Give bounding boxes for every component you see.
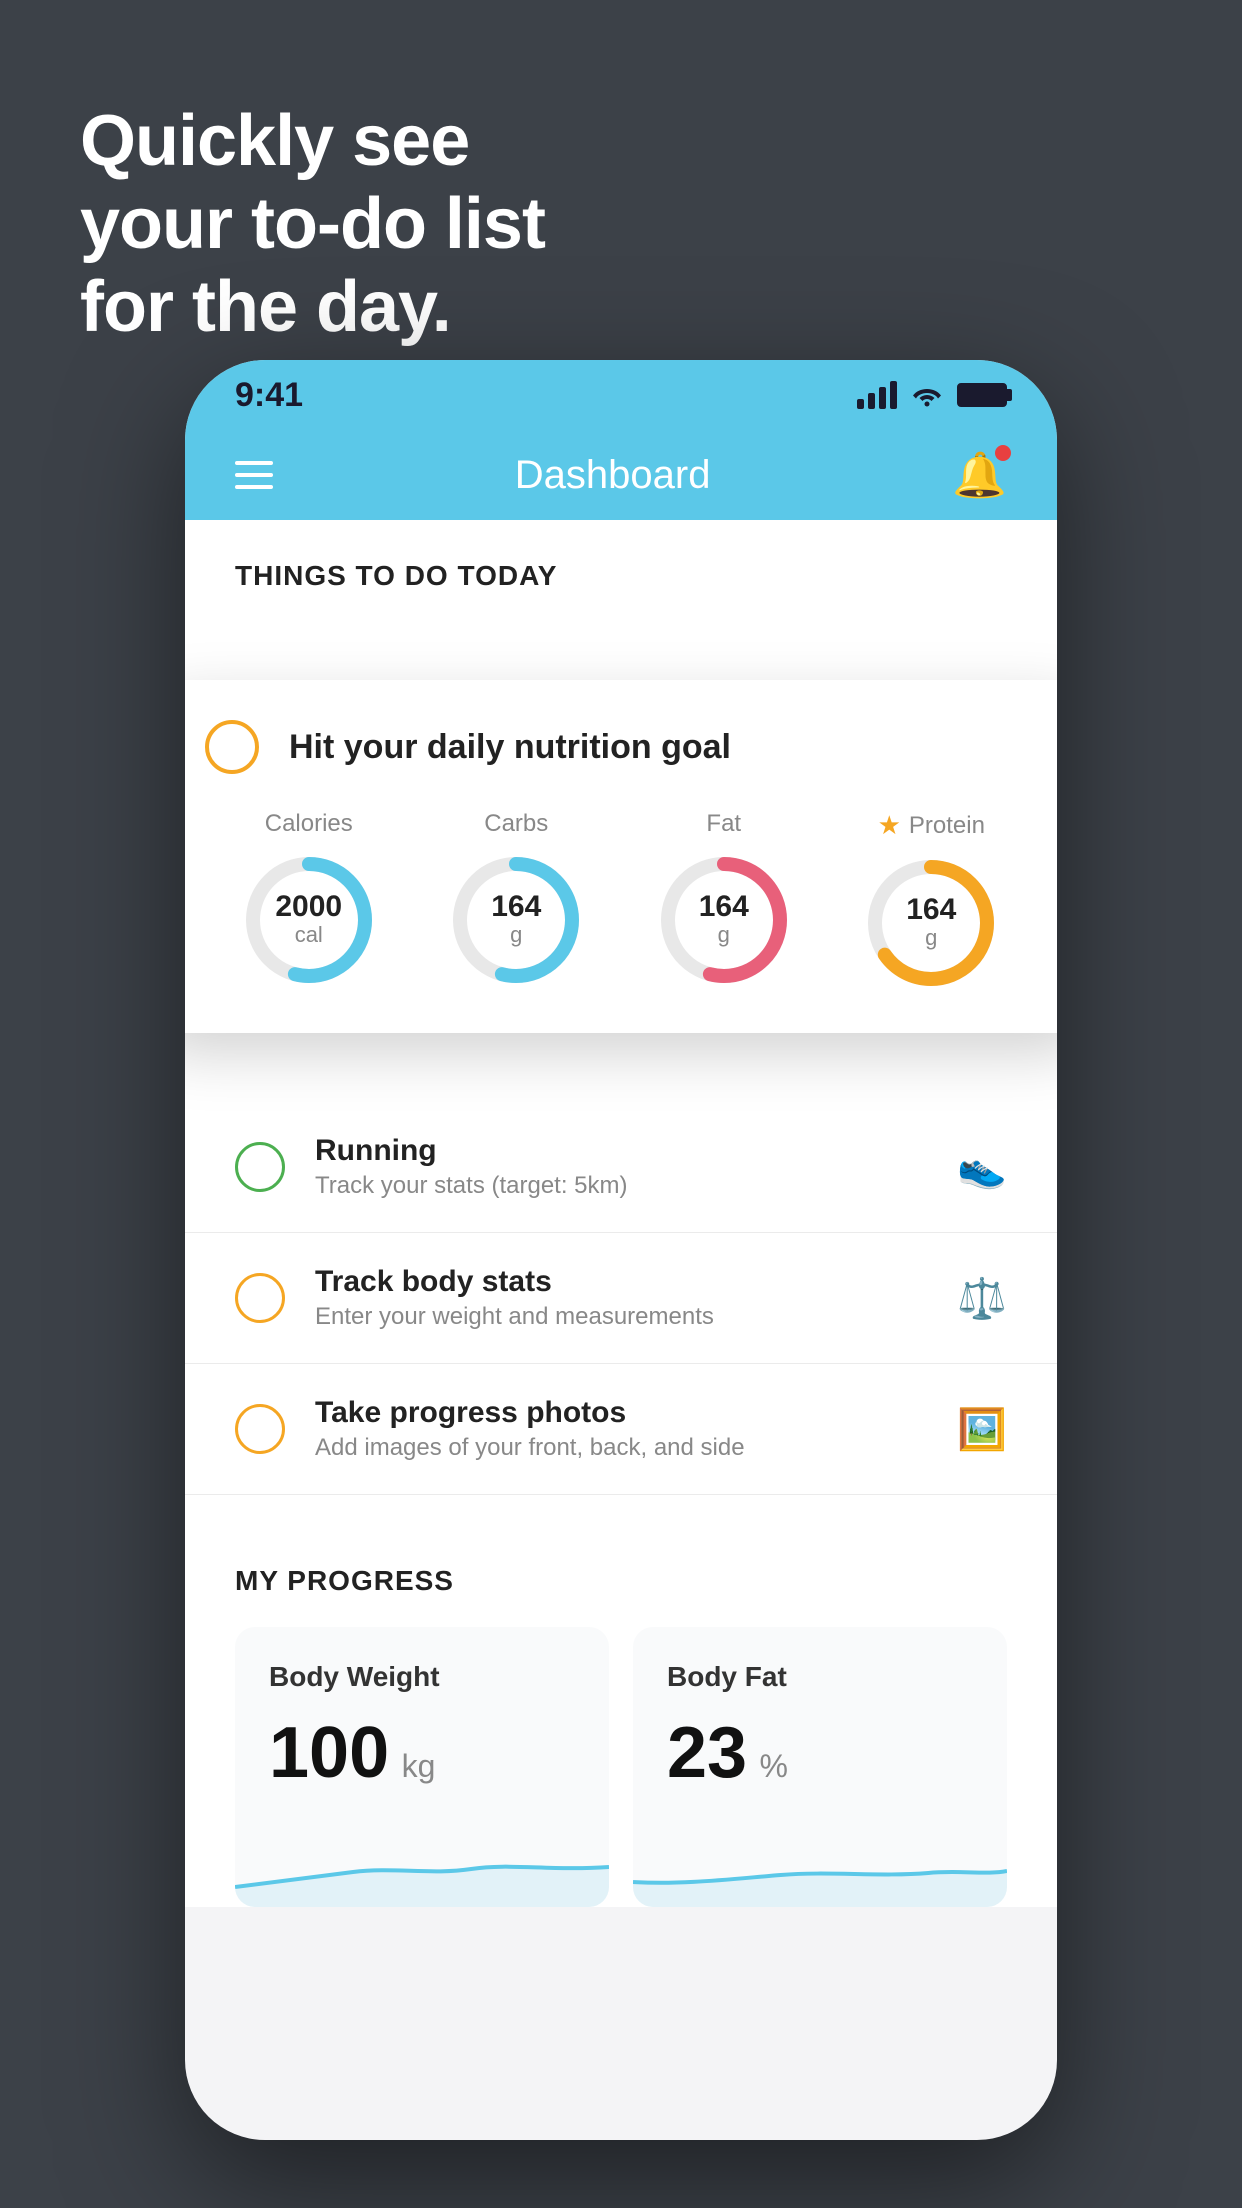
nav-title: Dashboard xyxy=(515,453,711,498)
body-weight-value: 100 xyxy=(269,1713,389,1793)
nutrition-check-circle[interactable] xyxy=(205,720,259,774)
body-stats-sub: Enter your weight and measurements xyxy=(315,1303,927,1331)
signal-icon xyxy=(857,381,897,409)
todo-list: Running Track your stats (target: 5km) 👟… xyxy=(185,1102,1057,1495)
todo-item-running[interactable]: Running Track your stats (target: 5km) 👟 xyxy=(185,1102,1057,1233)
running-circle xyxy=(235,1142,285,1192)
photos-circle xyxy=(235,1404,285,1454)
protein-value: 164 g xyxy=(906,895,956,951)
body-weight-card-title: Body Weight xyxy=(269,1661,575,1693)
status-icons xyxy=(857,381,1007,409)
status-bar: 9:41 xyxy=(185,360,1057,430)
progress-cards: Body Weight 100 kg xyxy=(235,1627,1007,1907)
body-fat-card[interactable]: Body Fat 23 % xyxy=(633,1627,1007,1907)
running-text: Running Track your stats (target: 5km) xyxy=(315,1134,927,1200)
star-icon: ★ xyxy=(878,810,901,841)
notification-button[interactable]: 🔔 xyxy=(952,449,1007,501)
todo-item-photos[interactable]: Take progress photos Add images of your … xyxy=(185,1364,1057,1495)
photos-text: Take progress photos Add images of your … xyxy=(315,1396,927,1462)
phone-mockup: 9:41 Dashboard 🔔 THINGS TO DO TODAY xyxy=(185,360,1057,2140)
protein-label: ★ Protein xyxy=(878,810,985,841)
photos-sub: Add images of your front, back, and side xyxy=(315,1434,927,1462)
nutrition-header: Hit your daily nutrition goal xyxy=(205,720,1035,774)
calories-label: Calories xyxy=(265,810,353,838)
body-fat-value-row: 23 % xyxy=(667,1717,973,1789)
body-fat-value: 23 xyxy=(667,1713,747,1793)
phone-content: THINGS TO DO TODAY Hit your daily nutrit… xyxy=(185,520,1057,1907)
menu-button[interactable] xyxy=(235,461,273,489)
body-fat-unit: % xyxy=(760,1748,788,1784)
nutrition-title: Hit your daily nutrition goal xyxy=(289,728,731,767)
calories-value: 2000 cal xyxy=(275,892,342,948)
stat-carbs: Carbs 164 g xyxy=(446,810,586,993)
todo-item-body-stats[interactable]: Track body stats Enter your weight and m… xyxy=(185,1233,1057,1364)
body-weight-sparkline xyxy=(235,1827,609,1907)
fat-value: 164 g xyxy=(699,892,749,948)
things-section: THINGS TO DO TODAY xyxy=(185,520,1057,612)
protein-donut: 164 g xyxy=(861,853,1001,993)
carbs-label: Carbs xyxy=(484,810,548,838)
photos-title: Take progress photos xyxy=(315,1396,927,1430)
fat-donut: 164 g xyxy=(654,850,794,990)
stat-protein: ★ Protein 164 g xyxy=(861,810,1001,993)
progress-section: MY PROGRESS Body Weight 100 kg xyxy=(185,1515,1057,1907)
running-sub: Track your stats (target: 5km) xyxy=(315,1172,927,1200)
body-weight-card[interactable]: Body Weight 100 kg xyxy=(235,1627,609,1907)
fat-label: Fat xyxy=(706,810,741,838)
body-stats-title: Track body stats xyxy=(315,1265,927,1299)
body-fat-sparkline xyxy=(633,1827,1007,1907)
running-title: Running xyxy=(315,1134,927,1168)
running-icon: 👟 xyxy=(957,1144,1007,1191)
wifi-icon xyxy=(911,383,943,407)
nutrition-card: Hit your daily nutrition goal Calories 2… xyxy=(185,680,1057,1033)
body-weight-unit: kg xyxy=(402,1748,436,1784)
carbs-donut: 164 g xyxy=(446,850,586,990)
body-stats-text: Track body stats Enter your weight and m… xyxy=(315,1265,927,1331)
notification-dot xyxy=(995,445,1011,461)
stat-calories: Calories 2000 cal xyxy=(239,810,379,993)
status-time: 9:41 xyxy=(235,376,303,415)
body-weight-value-row: 100 kg xyxy=(269,1717,575,1789)
nutrition-stats: Calories 2000 cal Carbs xyxy=(205,810,1035,993)
nav-bar: Dashboard 🔔 xyxy=(185,430,1057,520)
stat-fat: Fat 164 g xyxy=(654,810,794,993)
battery-icon xyxy=(957,383,1007,407)
scale-icon: ⚖️ xyxy=(957,1275,1007,1322)
body-stats-circle xyxy=(235,1273,285,1323)
hero-text: Quickly see your to-do list for the day. xyxy=(80,100,545,348)
carbs-value: 164 g xyxy=(491,892,541,948)
body-fat-card-title: Body Fat xyxy=(667,1661,973,1693)
camera-icon: 🖼️ xyxy=(957,1406,1007,1453)
things-title: THINGS TO DO TODAY xyxy=(235,560,1007,592)
calories-donut: 2000 cal xyxy=(239,850,379,990)
progress-title: MY PROGRESS xyxy=(235,1565,1007,1597)
